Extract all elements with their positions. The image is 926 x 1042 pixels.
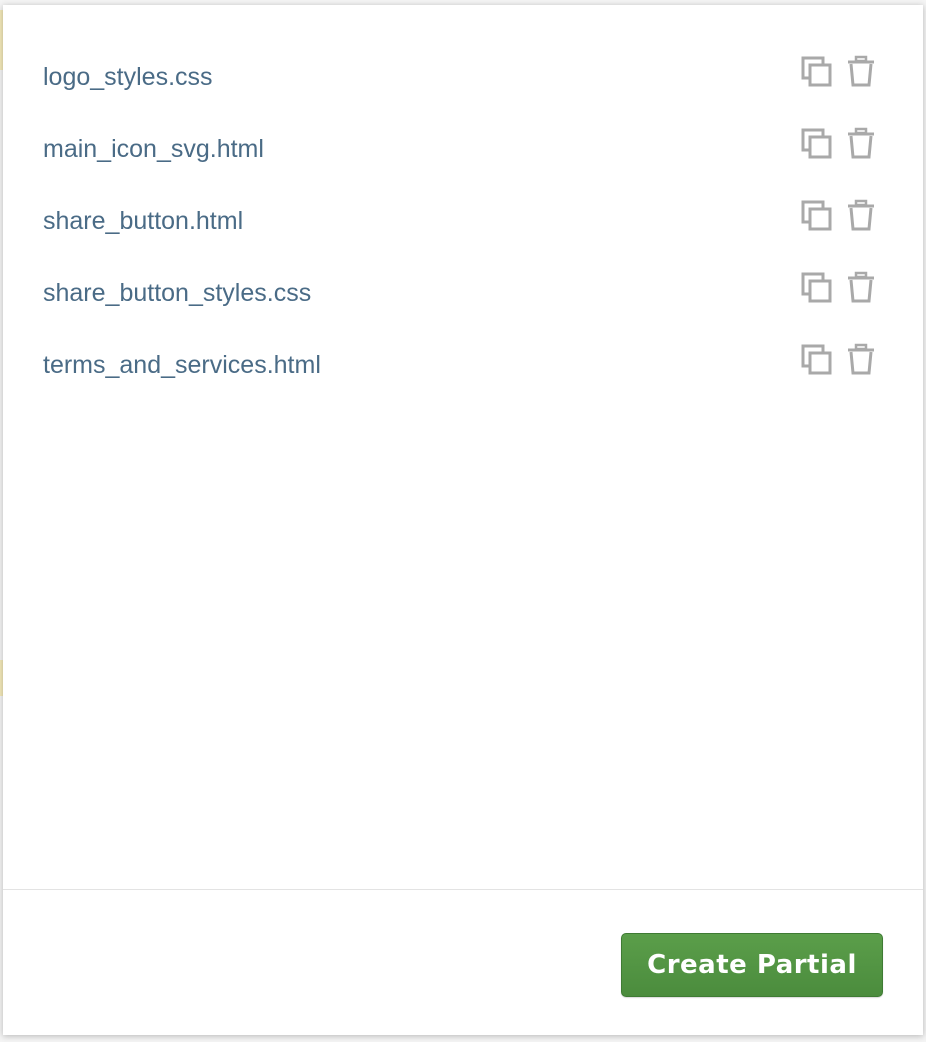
- trash-icon[interactable]: [844, 271, 878, 305]
- partial-name-link[interactable]: terms_and_services.html: [43, 350, 321, 380]
- trash-icon[interactable]: [844, 199, 878, 233]
- list-item: share_button_styles.css: [3, 261, 923, 333]
- trash-icon[interactable]: [844, 343, 878, 377]
- partial-name-link[interactable]: main_icon_svg.html: [43, 134, 264, 164]
- partial-name-link[interactable]: logo_styles.css: [43, 62, 213, 92]
- list-item: share_button.html: [3, 189, 923, 261]
- trash-icon[interactable]: [844, 55, 878, 89]
- item-actions: [800, 199, 880, 233]
- copy-icon[interactable]: [800, 199, 834, 233]
- copy-icon[interactable]: [800, 127, 834, 161]
- partials-list: logo_styles.css main_icon_svg.html share…: [3, 45, 923, 405]
- create-partial-button[interactable]: Create Partial: [621, 933, 883, 997]
- list-item: logo_styles.css: [3, 45, 923, 117]
- partial-name-link[interactable]: share_button.html: [43, 206, 243, 236]
- list-item: terms_and_services.html: [3, 333, 923, 405]
- copy-icon[interactable]: [800, 271, 834, 305]
- copy-icon[interactable]: [800, 55, 834, 89]
- partials-panel: logo_styles.css main_icon_svg.html share…: [3, 5, 923, 1035]
- item-actions: [800, 55, 880, 89]
- partial-name-link[interactable]: share_button_styles.css: [43, 278, 311, 308]
- item-actions: [800, 343, 880, 377]
- panel-footer: Create Partial: [3, 889, 923, 1036]
- copy-icon[interactable]: [800, 343, 834, 377]
- item-actions: [800, 271, 880, 305]
- list-item: main_icon_svg.html: [3, 117, 923, 189]
- trash-icon[interactable]: [844, 127, 878, 161]
- item-actions: [800, 127, 880, 161]
